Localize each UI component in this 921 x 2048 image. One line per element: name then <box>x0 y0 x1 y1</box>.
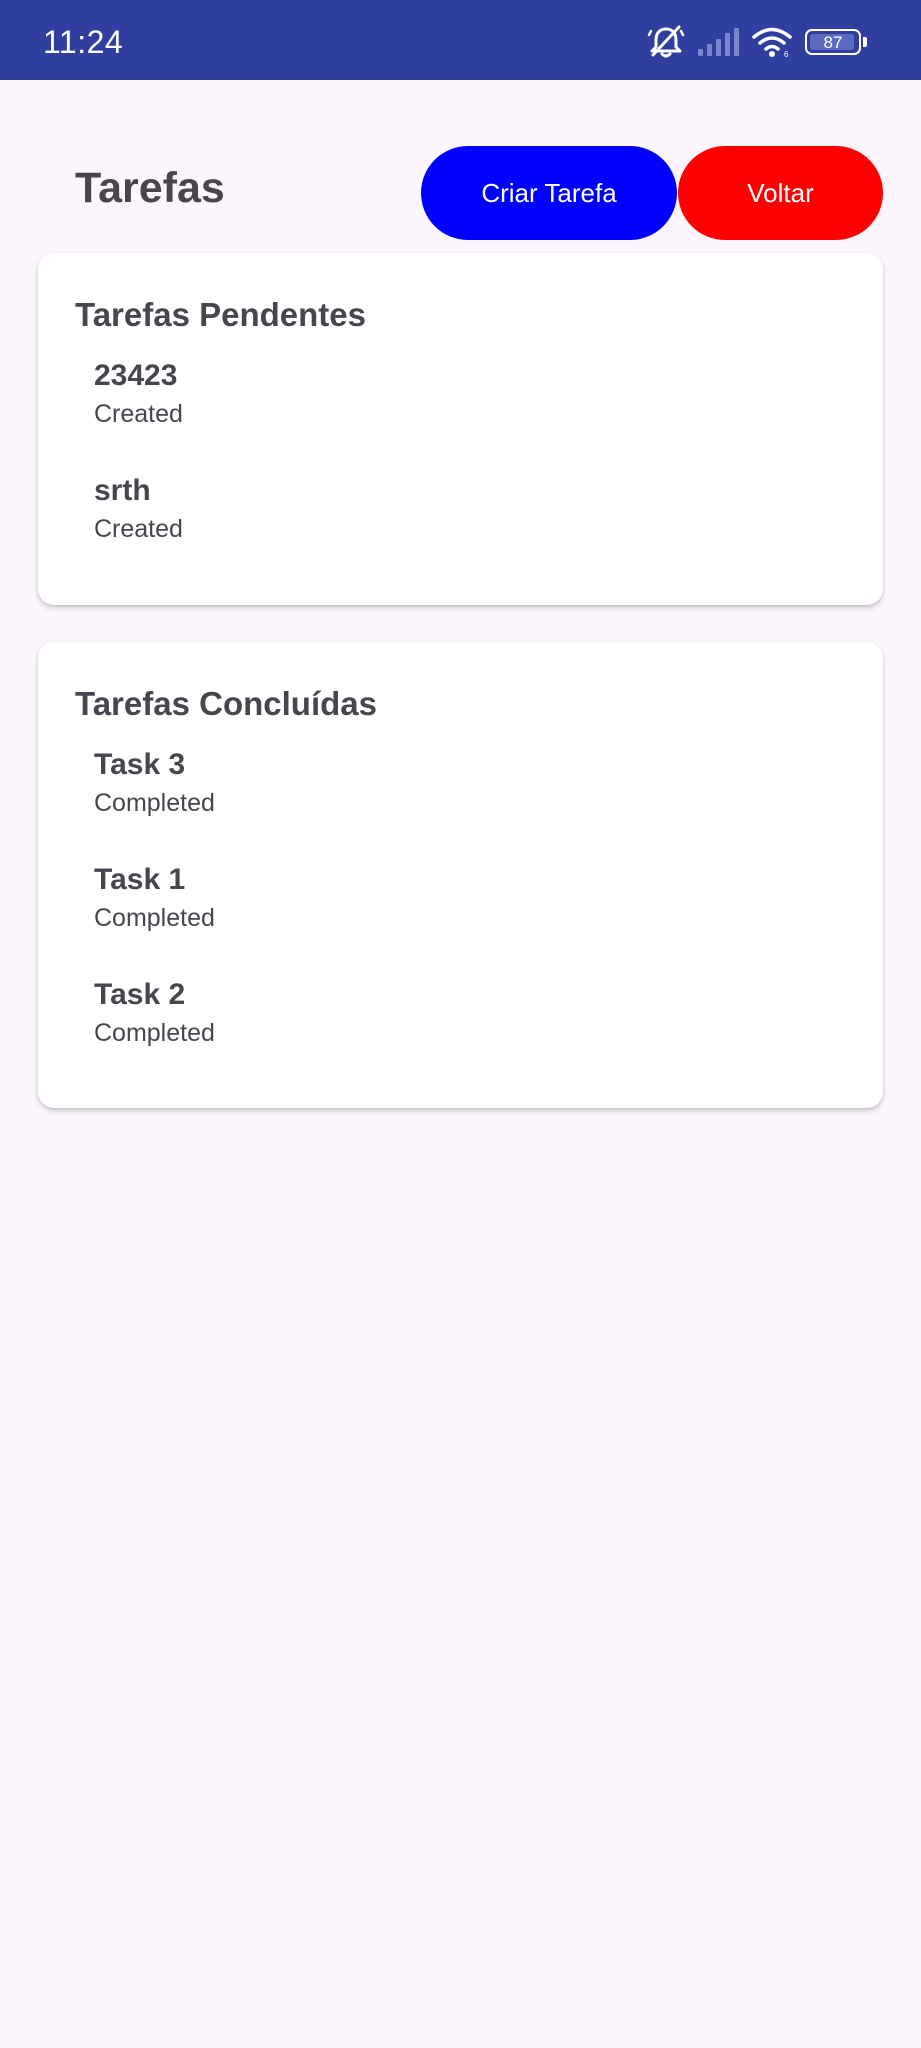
mute-notifications-icon <box>647 25 685 59</box>
completed-tasks-card: Tarefas Concluídas Task 3 Completed Task… <box>38 642 883 1108</box>
task-item[interactable]: Task 2 Completed <box>94 976 215 1091</box>
task-name: 23423 <box>94 359 178 392</box>
status-bar: 11:24 6 87 <box>0 0 921 80</box>
task-name: Task 2 <box>94 978 186 1011</box>
pending-tasks-card: Tarefas Pendentes 23423 Created srth Cre… <box>38 253 883 605</box>
back-button[interactable]: Voltar <box>678 146 883 240</box>
battery-level: 87 <box>823 32 843 52</box>
task-status: Created <box>94 400 183 428</box>
page-title: Tarefas <box>75 164 225 212</box>
task-name: srth <box>94 474 151 507</box>
svg-text:6: 6 <box>784 50 789 58</box>
task-status: Completed <box>94 789 215 817</box>
status-icons: 6 87 <box>647 25 867 59</box>
task-item[interactable]: srth Created <box>94 472 183 587</box>
battery-tip <box>863 37 867 47</box>
task-item[interactable]: 23423 Created <box>94 357 183 472</box>
completed-task-list: Task 3 Completed Task 1 Completed Task 2… <box>94 746 215 1091</box>
task-status: Completed <box>94 1019 215 1047</box>
task-status: Completed <box>94 904 215 932</box>
battery-indicator: 87 <box>805 29 861 55</box>
task-item[interactable]: Task 3 Completed <box>94 746 215 861</box>
pending-tasks-title: Tarefas Pendentes <box>75 296 367 333</box>
status-time: 11:24 <box>43 24 124 60</box>
create-task-button[interactable]: Criar Tarefa <box>421 146 677 240</box>
wifi-icon: 6 <box>751 26 793 58</box>
battery-icon: 87 <box>805 29 867 55</box>
completed-tasks-title: Tarefas Concluídas <box>75 685 377 722</box>
signal-icon <box>697 27 739 57</box>
task-name: Task 1 <box>94 863 186 896</box>
task-name: Task 3 <box>94 748 186 781</box>
pending-task-list: 23423 Created srth Created <box>94 357 183 587</box>
task-status: Created <box>94 515 183 543</box>
task-item[interactable]: Task 1 Completed <box>94 861 215 976</box>
